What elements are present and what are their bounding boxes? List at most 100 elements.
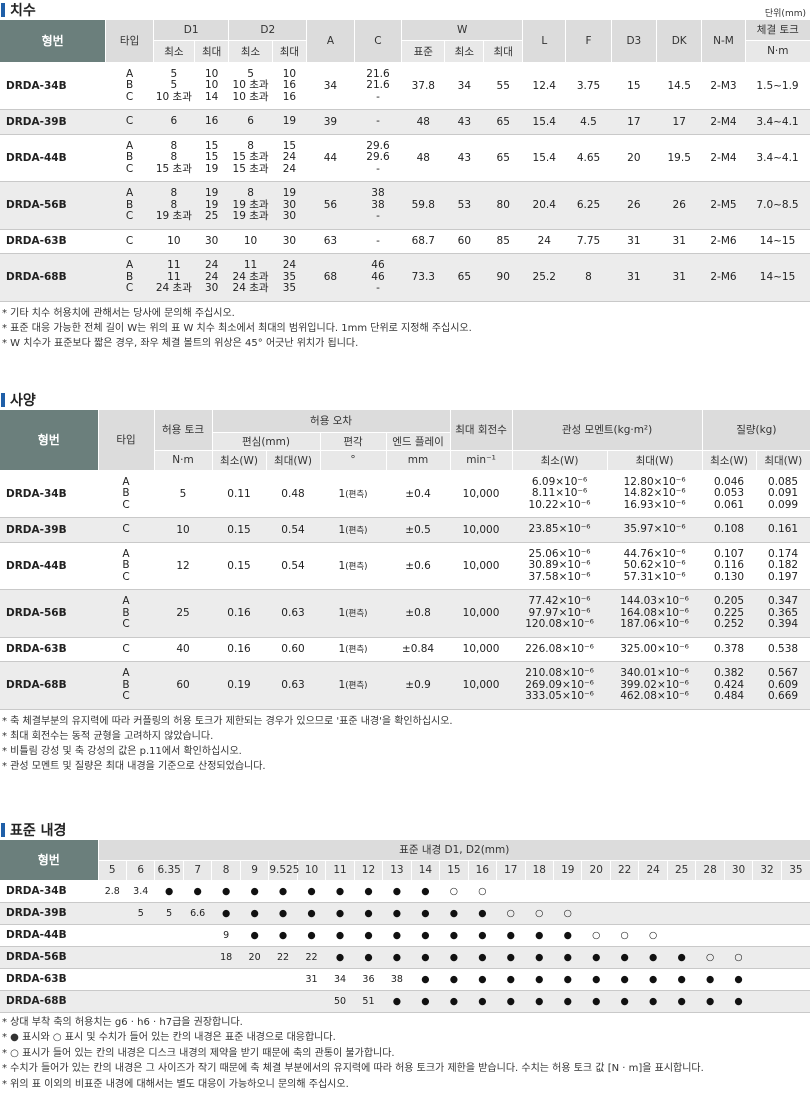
type-line: A [122, 595, 130, 607]
filled-circle-icon: ● [724, 968, 753, 991]
dim-wmax: 85 [483, 229, 523, 254]
bore-cell [211, 968, 241, 991]
inertia-min: 226.08×10⁻⁶ [512, 637, 608, 662]
filled-circle-icon: ● [297, 880, 326, 903]
dim-c-line: - [376, 115, 380, 127]
d2-min-line: 10 초과 [232, 79, 269, 91]
spec-endplay: ±0.5 [386, 517, 451, 543]
d2-min-line: 19 초과 [232, 210, 269, 222]
header-w-min: 최소 [444, 40, 484, 63]
bore-cell: 22 [268, 946, 298, 969]
bore-row: DRDA-39B 5 5 6.6 ● ● ● ● ● ● ● ● ● ● ○ ○ ○ [0, 902, 810, 925]
filled-circle-icon: ● [610, 990, 639, 1013]
header-model: 형번 [0, 410, 98, 471]
header-inertia-max: 최대(W) [606, 450, 703, 471]
dim-dk: 17 [656, 109, 702, 135]
inertia-min: 210.08×10⁻⁶ 269.09×10⁻⁶ 333.05×10⁻⁶ [512, 661, 608, 710]
bore-size: 32 [752, 860, 782, 881]
type: C [98, 517, 154, 543]
filled-circle-icon: ● [411, 946, 440, 969]
dim-d3: 31 [611, 229, 657, 254]
bore-size: 15 [439, 860, 469, 881]
mass-max-line: 0.669 [768, 690, 799, 702]
d1-max-line: 10 [204, 79, 219, 91]
mass-min-line: 0.252 [714, 618, 745, 630]
filled-circle-icon: ● [411, 968, 440, 991]
bores-notes: * 상대 부착 축의 허용치는 g6 · h6 · h7급을 권장합니다. * ●… [0, 1015, 810, 1093]
dim-nm: 2-M5 [701, 181, 746, 230]
filled-circle-icon: ● [154, 880, 184, 903]
type-line: C [125, 90, 134, 103]
mass-min-line: 0.378 [714, 642, 745, 655]
d1-min: 8 8 15 초과 [153, 134, 195, 182]
d2-min: 6 [228, 109, 273, 135]
model-name: DRDA-63B [0, 229, 106, 254]
dim-d3: 31 [611, 253, 657, 302]
bore-cell [183, 968, 212, 991]
bore-cell: 31 [297, 968, 326, 991]
dim-c-line: - [376, 234, 380, 247]
model-name: DRDA-44B [0, 924, 99, 947]
dim-d3: 20 [611, 134, 657, 182]
dim-c-line: 46 [371, 259, 385, 271]
bore-cell [525, 880, 554, 903]
mass-max: 0.174 0.182 0.197 [756, 542, 810, 590]
dim-wstd: 37.8 [401, 62, 445, 110]
bore-cell [154, 968, 184, 991]
filled-circle-icon: ● [439, 902, 469, 925]
type-line: C [122, 618, 130, 630]
d1-max: 30 [194, 229, 229, 254]
bore-cell [581, 880, 611, 903]
inertia-max: 35.97×10⁻⁶ [607, 517, 703, 543]
bore-cell [154, 946, 184, 969]
filled-circle-icon: ● [468, 946, 497, 969]
inertia-max-line: 14.82×10⁻⁶ [623, 487, 686, 499]
d2-max-line: 24 [282, 162, 297, 175]
open-circle-icon: ○ [638, 924, 668, 947]
mass-max-line: 0.161 [768, 523, 799, 535]
spec-row: DRDA-39B C 10 0.15 0.54 1(편측) ±0.5 10,000 23.85×… [0, 517, 810, 543]
bore-size: 12 [353, 860, 383, 881]
model-name: DRDA-44B [0, 542, 98, 590]
dim-wmax: 65 [483, 134, 523, 182]
header-d1: D1 [152, 20, 229, 41]
mass-min-line: 0.061 [714, 498, 745, 511]
filled-circle-icon: ● [638, 990, 668, 1013]
bore-cell [126, 946, 155, 969]
angle-note: (편측) [345, 609, 368, 620]
filled-circle-icon: ● [354, 924, 383, 947]
bores-table: 형번 표준 내경 D1, D2(mm) 5 6 6.35 7 8 9 9.525 10 11 12… [0, 840, 810, 1013]
header-offset-min: 최소(W) [211, 450, 266, 471]
bore-cell [695, 924, 725, 947]
filled-circle-icon: ● [439, 924, 469, 947]
note: * 비틀림 강성 및 축 강성의 값은 p.11에서 확인하십시오. [2, 745, 242, 757]
dim-wmax: 80 [483, 181, 523, 230]
inertia-max: 340.01×10⁻⁶ 399.02×10⁻⁶ 462.08×10⁻⁶ [607, 661, 703, 710]
mass-min: 0.378 [702, 637, 757, 662]
filled-circle-icon: ● [468, 924, 497, 947]
d1-max: 19 19 25 [194, 181, 229, 230]
type: ABC [105, 253, 154, 302]
inertia-min: 6.09×10⁻⁶ 8.11×10⁻⁶ 10.22×10⁻⁶ [512, 470, 608, 518]
dimensions-section: 치수 단위(mm) 형번 타입 D1 D2 A C W L F D3 DK N-… [0, 0, 810, 351]
dim-c: 21.6 21.6- [354, 62, 402, 110]
inertia-max-line: 340.01×10⁻⁶ [620, 667, 689, 679]
filled-circle-icon: ● [268, 880, 298, 903]
spec-speed: 10,000 [450, 542, 513, 590]
dimension-row: DRDA-68B A B C 11 11 24 초과 24 24 30 11 24 초과 24 초과 24… [0, 253, 810, 302]
bore-cell [724, 880, 753, 903]
dim-d3: 26 [611, 181, 657, 230]
dim-c-line: - [376, 162, 380, 175]
bore-cell [98, 968, 127, 991]
spec-offset-min: 0.16 [212, 589, 266, 638]
bore-cell [667, 924, 696, 947]
inertia-min: 77.42×10⁻⁶ 97.97×10⁻⁶ 120.08×10⁻⁶ [512, 589, 608, 638]
bore-cell: 9 [211, 924, 241, 947]
bore-cell: 5 [126, 902, 155, 925]
type-line: A [125, 259, 134, 271]
dim-c: - [354, 229, 402, 254]
inertia-max-line: 16.93×10⁻⁶ [623, 498, 686, 511]
d1-min-line: 5 [170, 79, 178, 91]
dim-dk: 31 [656, 229, 702, 254]
d2-min-line: 6 [247, 115, 254, 127]
